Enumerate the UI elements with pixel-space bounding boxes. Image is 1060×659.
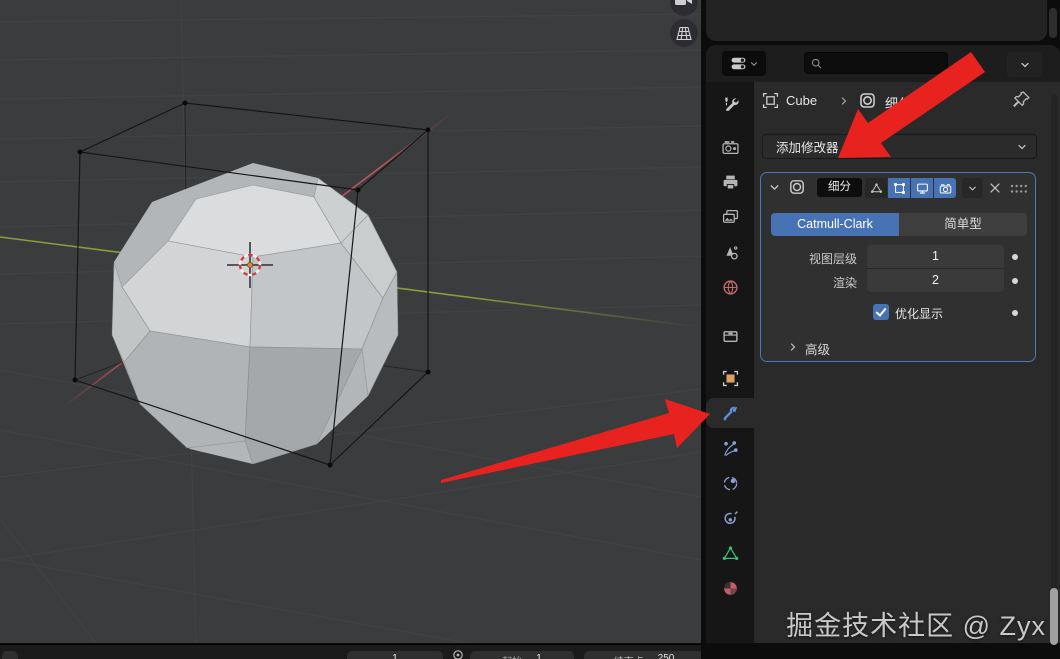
search-icon (810, 57, 823, 70)
tab-object[interactable] (706, 363, 755, 393)
frame-end-label: 结束点 (614, 653, 644, 659)
blender-window: 1 起始 1 结束点 250 (0, 0, 1060, 659)
chevron-down-icon (1019, 59, 1031, 71)
tab-collection[interactable] (706, 320, 755, 350)
current-frame-field[interactable]: 1 (347, 651, 443, 659)
watermark: 掘金技术社区 @ Zyx (786, 611, 1046, 641)
edit-mode-toggle[interactable] (888, 178, 910, 198)
modifier-extras-button[interactable] (962, 178, 983, 198)
camera-gizmo-icon (675, 0, 686, 5)
camera-icon (939, 182, 952, 195)
close-icon[interactable] (988, 181, 1002, 195)
tab-output[interactable] (706, 167, 755, 197)
right-panel: Cube 细分 添加修改器 细分 Catmull-Clark 简单型 视图层级 … (701, 0, 1060, 659)
render-levels-field[interactable]: 2 (867, 269, 1004, 292)
tab-modifiers[interactable] (706, 398, 755, 428)
breadcrumb-object[interactable]: Cube (786, 93, 817, 108)
tool-icon (722, 96, 739, 113)
render-icon (722, 139, 739, 156)
render-levels-label: 渲染 (832, 276, 857, 290)
tab-tool[interactable] (706, 89, 755, 119)
add-modifier-button[interactable]: 添加修改器 (762, 134, 1037, 159)
3d-viewport[interactable] (0, 0, 701, 643)
advanced-section-header[interactable]: 高级 (805, 339, 830, 358)
frame-end-value: 250 (657, 653, 675, 659)
outliner-bottom-edge (706, 0, 1047, 41)
tab-constraints[interactable] (706, 503, 755, 533)
object-icon (722, 370, 739, 387)
properties-scrollbar-track (1051, 95, 1058, 643)
pin-icon[interactable] (1012, 90, 1031, 109)
levels-viewport-field[interactable]: 1 (867, 245, 1004, 269)
frame-end-field[interactable]: 结束点 250 (584, 651, 704, 659)
optimal-display-label: 优化显示 (895, 307, 944, 321)
view-layer-icon (722, 209, 739, 226)
grid-ortho-gizmo[interactable] (670, 19, 698, 47)
physics-icon (722, 475, 739, 492)
tab-view-layer[interactable] (706, 202, 755, 232)
chevron-down-icon (1016, 141, 1028, 153)
frame-start-value: 1 (536, 653, 542, 659)
realtime-toggle[interactable] (911, 178, 933, 198)
render-toggle[interactable] (934, 178, 956, 198)
search-field[interactable] (804, 52, 948, 74)
subdivision-surface-icon (788, 178, 806, 196)
monitor-icon (916, 182, 929, 195)
constraints-icon (722, 510, 739, 527)
simple-button[interactable]: 简单型 (899, 213, 1027, 236)
tab-physics[interactable] (706, 468, 755, 498)
collection-icon (722, 327, 739, 344)
subdivision-surface-icon (858, 91, 877, 110)
modifier-name-field[interactable]: 细分 (817, 178, 862, 197)
chevron-right-icon (838, 95, 850, 107)
properties-scrollbar-thumb[interactable] (1050, 588, 1058, 645)
search-input[interactable] (823, 55, 937, 71)
output-icon (722, 174, 739, 191)
panel-expand-chevron-icon[interactable] (768, 181, 781, 194)
properties-editor: Cube 细分 添加修改器 细分 Catmull-Clark 简单型 视图层级 … (706, 45, 1060, 645)
advanced-expand-chevron-icon[interactable] (787, 341, 799, 353)
frame-start-label: 起始 (502, 653, 522, 659)
tab-material[interactable] (706, 573, 755, 603)
chevron-down-icon (749, 59, 759, 69)
tab-render[interactable] (706, 132, 755, 162)
subdivision-modifier-panel: 细分 Catmull-Clark 简单型 视图层级 1 渲染 2 优化显示 高级 (760, 172, 1036, 362)
object-data-icon (722, 545, 739, 562)
current-frame-value: 1 (392, 653, 398, 659)
tab-object-data[interactable] (706, 538, 755, 568)
on-cage-toggle[interactable] (865, 178, 887, 198)
subdivision-type-switch: Catmull-Clark 简单型 (771, 213, 1027, 236)
vertex-triangle-icon (870, 182, 883, 195)
levels-viewport-label: 视图层级 (808, 252, 857, 266)
editor-type-button[interactable] (722, 51, 766, 76)
material-icon (722, 580, 739, 597)
edit-mode-icon (893, 182, 906, 195)
modifier-display-toggles (865, 178, 956, 198)
timeline-stub-button[interactable] (2, 651, 18, 659)
frame-start-field[interactable]: 起始 1 (470, 651, 574, 659)
keying-set-icon[interactable] (452, 649, 464, 659)
outliner-scrollbar[interactable] (1049, 8, 1057, 38)
filter-dropdown-button[interactable] (1007, 52, 1042, 77)
tab-scene[interactable] (706, 237, 755, 267)
animate-dot[interactable] (1012, 278, 1018, 284)
catmull-clark-button[interactable]: Catmull-Clark (771, 213, 899, 236)
particles-icon (722, 440, 739, 457)
tab-particles[interactable] (706, 433, 755, 463)
add-modifier-label: 添加修改器 (776, 141, 839, 155)
properties-header (706, 45, 1060, 82)
drag-handle-icon[interactable] (1009, 182, 1029, 196)
world-icon (722, 279, 739, 296)
breadcrumb-modifier[interactable]: 细分 (885, 93, 911, 112)
properties-editor-icon (730, 55, 747, 72)
modifiers-icon (722, 405, 739, 422)
properties-tab-column (706, 82, 755, 643)
scene-icon (722, 244, 739, 261)
animate-dot[interactable] (1012, 310, 1018, 316)
optimal-display-checkbox[interactable] (873, 304, 889, 320)
animate-dot[interactable] (1012, 254, 1018, 260)
tab-world[interactable] (706, 272, 755, 302)
chevron-down-icon (967, 183, 978, 194)
object-data-icon (762, 92, 779, 109)
